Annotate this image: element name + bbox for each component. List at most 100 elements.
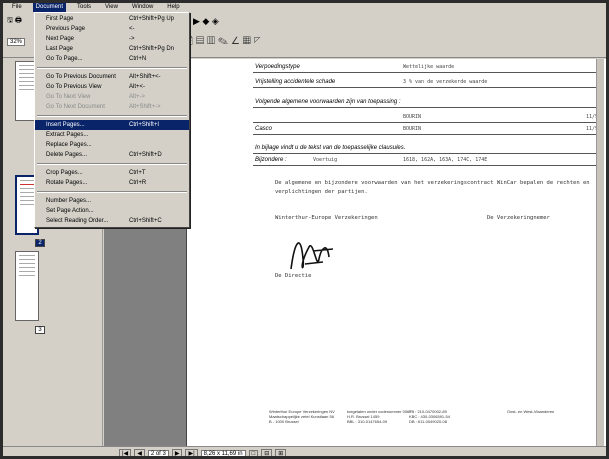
- toolbar-row1-icons[interactable]: ▶ ◆ ◈: [193, 16, 219, 27]
- document-row: BOURIN 11/92: [253, 111, 603, 123]
- zoom-field[interactable]: 32%: [7, 38, 26, 46]
- menubar-item-help[interactable]: Help: [164, 3, 182, 12]
- row-label: Verpoedingstype: [255, 64, 300, 70]
- menu-item-next-page[interactable]: Next Page ->: [35, 34, 189, 44]
- previous-page-button[interactable]: ◀: [134, 449, 145, 456]
- paragraph: De algemene en bijzondere voorwaarden va…: [275, 180, 590, 195]
- menu-item-label: Replace Pages...: [46, 142, 92, 148]
- menu-separator: [37, 191, 187, 193]
- menu-separator: [37, 115, 187, 117]
- facing-view-button[interactable]: ⊞: [275, 449, 287, 456]
- party-right: De Verzekeringnemer: [487, 215, 550, 221]
- menu-item-go-to-previous-document[interactable]: Go To Previous Document Alt+Shift+<-: [35, 72, 189, 82]
- menu-item-label: Go To Previous View: [46, 84, 102, 90]
- menubar-item-tools[interactable]: Tools: [74, 3, 94, 12]
- menu-separator: [37, 163, 187, 165]
- signature: [290, 242, 334, 270]
- menu-item-go-to-next-view[interactable]: Go To Next View Alt+->: [35, 92, 189, 102]
- document-page: De algemene en bijzondere voorwaarden va…: [186, 59, 606, 454]
- row-extra: Voertuig: [313, 157, 338, 163]
- menu-item-label: Next Page: [46, 36, 75, 42]
- menu-item-label: Previous Page: [46, 26, 86, 32]
- vertical-scrollbar[interactable]: [596, 59, 604, 449]
- footer-column: FB : 210-0470002-89 KBC : 430-0306591-54 D…: [409, 409, 450, 424]
- menu-item-rotate-pages[interactable]: Rotate Pages... Ctrl+R: [35, 178, 189, 188]
- row-label: In bijlage vindt u de tekst van de toepa…: [255, 145, 406, 151]
- menu-item-replace-pages[interactable]: Replace Pages...: [35, 140, 189, 150]
- document-row: Vrijstelling accidentele schade 3 % van d…: [253, 76, 603, 88]
- row-label: Vrijstelling accidentele schade: [255, 79, 336, 85]
- page-number-field[interactable]: 2 of 3: [147, 449, 169, 456]
- menu-item-crop-pages[interactable]: Crop Pages... Ctrl+T: [35, 168, 189, 178]
- menu-item-shortcut: Ctrl+T: [129, 170, 146, 176]
- menu-item-label: Rotate Pages...: [46, 180, 88, 186]
- menu-item-shortcut: Ctrl+N: [129, 56, 147, 62]
- menu-item-go-to-previous-view[interactable]: Go To Previous View Alt+<-: [35, 82, 189, 92]
- toolbar-row2-icons[interactable]: 🖹 ▤ ▥ ✎ ∠ ▦ ◸: [185, 34, 261, 51]
- menubar-item-file[interactable]: File: [9, 3, 25, 12]
- continuous-view-button[interactable]: ⊟: [261, 449, 273, 456]
- footer-column: Oost- en West-Vlaanderen: [507, 409, 555, 414]
- menu-item-insert-pages[interactable]: Insert Pages... Ctrl+Shift+I: [35, 120, 189, 130]
- document-row: Volgende algemene voorwaarden zijn van t…: [253, 96, 603, 108]
- menu-item-shortcut: Alt+->: [129, 94, 146, 100]
- menu-item-shortcut: Alt+<-: [129, 84, 146, 90]
- menu-item-label: Number Pages...: [46, 198, 92, 204]
- menu-item-label: First Page: [46, 16, 74, 22]
- menubar-item-document[interactable]: Document: [32, 3, 67, 12]
- menu-item-label: Last Page: [46, 46, 74, 52]
- menu-item-label: Go To Next Document: [46, 104, 105, 110]
- menu-item-first-page[interactable]: First Page Ctrl+Shift+Pg Up: [35, 14, 189, 24]
- menu-item-label: Go To Next View: [46, 94, 91, 100]
- page-label-3[interactable]: 3: [35, 326, 45, 334]
- menu-item-last-page[interactable]: Last Page Ctrl+Shift+Pg Dn: [35, 44, 189, 54]
- menu-item-label: Delete Pages...: [46, 152, 88, 158]
- menubar-item-view[interactable]: View: [102, 3, 121, 12]
- single-page-view-button[interactable]: □: [248, 449, 259, 456]
- menu-item-extract-pages[interactable]: Extract Pages...: [35, 130, 189, 140]
- row-value: Wettelijke waarde: [403, 64, 455, 70]
- menu-item-go-to-next-document[interactable]: Go To Next Document Alt+Shift+->: [35, 102, 189, 112]
- menu-item-shortcut: Alt+Shift+->: [129, 104, 161, 110]
- menu-item-set-page-action[interactable]: Set Page Action...: [35, 206, 189, 216]
- menu-item-shortcut: Ctrl+Shift+D: [129, 152, 162, 158]
- menu-item-select-reading-order[interactable]: Select Reading Order... Ctrl+Shift+C: [35, 216, 189, 226]
- menubar-item-window[interactable]: Window: [129, 3, 156, 12]
- page-thumbnail-3[interactable]: [15, 251, 39, 321]
- party-left: Winterthur-Europe Verzekeringen: [275, 215, 378, 221]
- row-value: BOURIN: [403, 114, 422, 120]
- menu-item-label: Set Page Action...: [46, 208, 94, 214]
- document-menu: First Page Ctrl+Shift+Pg Up Previous Page <…: [34, 12, 190, 228]
- menu-item-number-pages[interactable]: Number Pages...: [35, 196, 189, 206]
- row-value: 3 % van de verzekerde waarde: [403, 79, 488, 85]
- menu-item-label: Insert Pages...: [46, 122, 85, 128]
- signature-label: De Directie: [275, 273, 312, 279]
- menu-item-shortcut: Alt+Shift+<-: [129, 74, 161, 80]
- document-row: Verpoedingstype Wettelijke waarde: [253, 61, 603, 73]
- status-bar: |◀ ◀ 2 of 3 ▶ ▶| 8,26 x 11,69 in □ ⊟ ⊞: [3, 446, 606, 456]
- menu-item-shortcut: Ctrl+Shift+Pg Up: [129, 16, 175, 22]
- menu-item-previous-page[interactable]: Previous Page <-: [35, 24, 189, 34]
- row-label: Bijzondere :: [255, 157, 287, 163]
- page-label-2[interactable]: 2: [35, 239, 45, 247]
- document-row: Bijzondere : 1618, 162A, 163A, 174C, 174E…: [253, 154, 603, 166]
- next-page-button[interactable]: ▶: [171, 449, 183, 456]
- menu-item-shortcut: ->: [129, 36, 135, 42]
- app-window: File Document Tools View Window Help 🖫 🖨 32% …: [0, 0, 609, 459]
- last-page-button[interactable]: ▶|: [185, 449, 198, 456]
- menu-item-shortcut: <-: [129, 26, 135, 32]
- first-page-button[interactable]: |◀: [119, 449, 132, 456]
- menubar: File Document Tools View Window Help: [3, 3, 606, 12]
- menu-item-go-to-page[interactable]: Go To Page... Ctrl+N: [35, 54, 189, 64]
- menu-item-delete-pages[interactable]: Delete Pages... Ctrl+Shift+D: [35, 150, 189, 160]
- menu-item-shortcut: Ctrl+Shift+Pg Dn: [129, 46, 175, 52]
- save-print-icons[interactable]: 🖫 🖨: [7, 16, 22, 27]
- menu-item-shortcut: Ctrl+Shift+C: [129, 218, 162, 224]
- menu-item-label: Crop Pages...: [46, 170, 83, 176]
- page-size-field: 8,26 x 11,69 in: [200, 449, 246, 456]
- menu-item-label: Select Reading Order...: [46, 218, 109, 224]
- document-row: Casco BOURIN 11/92: [253, 123, 603, 135]
- menu-item-shortcut: Ctrl+R: [129, 180, 147, 186]
- menu-item-label: Go To Previous Document: [46, 74, 116, 80]
- page-navigation: |◀ ◀ 2 of 3 ▶ ▶| 8,26 x 11,69 in □ ⊟ ⊞: [119, 449, 287, 456]
